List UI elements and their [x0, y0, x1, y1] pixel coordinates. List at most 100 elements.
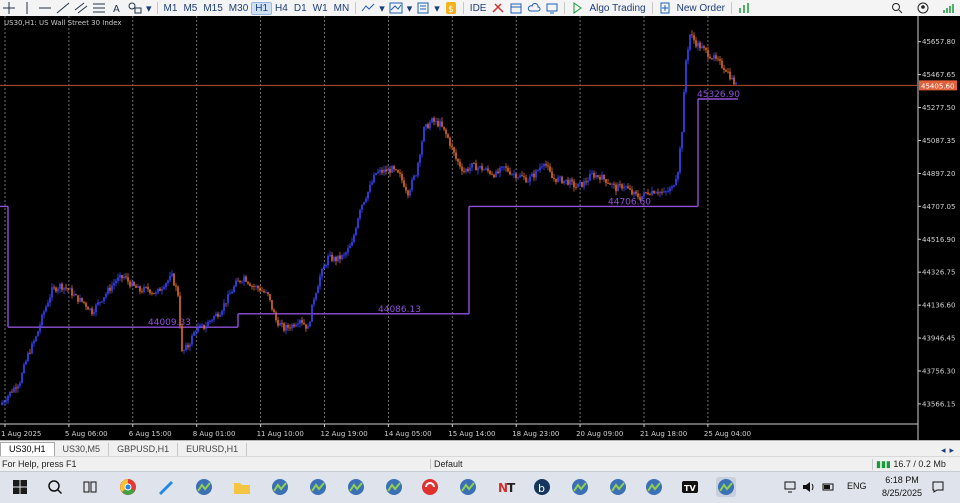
timeframe-m30[interactable]: M30 — [226, 3, 251, 14]
shapes-icon[interactable] — [128, 1, 142, 15]
tabs-scroll-right-icon[interactable]: ▸ — [949, 443, 954, 457]
candle-body — [505, 166, 507, 168]
connection-speed: 16.7 / 0.2 Mb — [893, 459, 946, 469]
metatrader-icon[interactable] — [644, 477, 664, 497]
metatrader-icon[interactable] — [308, 477, 328, 497]
algo-trading-button[interactable]: Algo Trading — [586, 3, 648, 14]
tab-us30-m5[interactable]: US30,M5 — [55, 443, 110, 457]
crosshair-icon[interactable] — [2, 1, 16, 15]
battery-icon[interactable] — [822, 481, 836, 495]
coin-icon[interactable]: $ — [444, 1, 458, 15]
timeframe-h1[interactable]: H1 — [251, 1, 273, 15]
network-icon[interactable] — [784, 481, 798, 495]
tabs-scroll-left-icon[interactable]: ◂ — [941, 443, 946, 457]
candle-body — [561, 176, 563, 184]
timeframe-d1[interactable]: D1 — [291, 3, 310, 14]
chart-canvas[interactable]: 1 Aug 2025 5 Aug 06:00 6 Aug 15:00 8 Aug 01… — [0, 16, 960, 440]
candle-body — [387, 168, 389, 172]
candle-body — [213, 316, 215, 320]
edit-app-icon[interactable] — [156, 477, 176, 497]
candle-body — [719, 59, 721, 61]
svg-text:$: $ — [448, 5, 454, 14]
channel-icon[interactable] — [74, 1, 88, 15]
calendar-icon[interactable] — [509, 1, 523, 15]
candle-body — [263, 290, 265, 293]
tab-us30-h1[interactable]: US30,H1 — [0, 442, 55, 457]
candle-body — [667, 191, 669, 193]
ide-button[interactable]: IDE — [467, 3, 490, 14]
chevron-down-icon[interactable]: ▾ — [434, 1, 440, 15]
candle-body — [579, 182, 581, 184]
fibonacci-icon[interactable] — [92, 1, 106, 15]
vertical-line-icon[interactable] — [20, 1, 34, 15]
ninjatrader-icon[interactable]: NT — [496, 477, 516, 497]
timeframe-m1[interactable]: M1 — [161, 3, 181, 14]
chart-type-icon[interactable] — [361, 1, 375, 15]
candle-body — [217, 313, 219, 317]
timeframe-h4[interactable]: H4 — [272, 3, 291, 14]
candle-body — [421, 141, 423, 155]
chrome-icon[interactable] — [118, 477, 138, 497]
connection-signal-icon[interactable] — [942, 1, 956, 15]
red-app-icon[interactable] — [420, 477, 440, 497]
notification-icon[interactable] — [931, 481, 945, 495]
tools-icon[interactable] — [491, 1, 505, 15]
price-chart[interactable]: 1 Aug 2025 5 Aug 06:00 6 Aug 15:00 8 Aug 01… — [0, 16, 960, 440]
candle-body — [547, 165, 549, 167]
tab-eurusd-h1[interactable]: EURUSD,H1 — [178, 443, 248, 457]
metatrader-icon[interactable] — [346, 477, 366, 497]
signals-icon[interactable] — [737, 1, 751, 15]
candle-body — [663, 191, 665, 193]
vps-icon[interactable] — [545, 1, 559, 15]
volume-icon[interactable] — [802, 481, 816, 495]
account-icon[interactable] — [916, 1, 930, 15]
candle-body — [257, 286, 259, 289]
trendline-icon[interactable] — [56, 1, 70, 15]
chevron-down-icon[interactable]: ▾ — [407, 1, 413, 15]
candle-body — [87, 306, 89, 310]
cloud-icon[interactable] — [527, 1, 541, 15]
timeframe-m15[interactable]: M15 — [200, 3, 225, 14]
language-indicator[interactable]: ENG — [847, 481, 867, 491]
clock-date[interactable]: 8/25/2025 — [876, 488, 928, 498]
windows-start-icon[interactable] — [10, 477, 30, 497]
candle-body — [229, 293, 231, 295]
candle-body — [455, 152, 457, 160]
tradingview-icon[interactable]: TV — [680, 477, 700, 497]
search-icon[interactable] — [45, 477, 65, 497]
search-icon[interactable] — [890, 1, 904, 15]
chevron-down-icon[interactable]: ▾ — [379, 1, 385, 15]
candle-body — [239, 280, 241, 283]
tab-gbpusd-h1[interactable]: GBPUSD,H1 — [109, 443, 179, 457]
clock-time[interactable]: 6:18 PM — [876, 475, 928, 485]
metatrader-icon[interactable] — [194, 477, 214, 497]
metatrader-icon[interactable] — [270, 477, 290, 497]
horizontal-line-icon[interactable] — [38, 1, 52, 15]
file-explorer-icon[interactable] — [232, 477, 252, 497]
timeframe-m5[interactable]: M5 — [180, 3, 200, 14]
timeframe-mn[interactable]: MN — [331, 3, 353, 14]
text-icon[interactable]: A — [110, 1, 124, 15]
timeframe-w1[interactable]: W1 — [310, 3, 331, 14]
metatrader-icon[interactable] — [608, 477, 628, 497]
candle-body — [399, 172, 401, 174]
bing-icon[interactable]: b — [532, 477, 552, 497]
candle-body — [149, 289, 151, 294]
candle-body — [111, 285, 113, 291]
candle-body — [39, 325, 41, 332]
task-view-icon[interactable] — [80, 477, 100, 497]
candle-body — [397, 170, 399, 173]
metatrader-icon[interactable] — [570, 477, 590, 497]
new-order-button[interactable]: New Order — [674, 3, 728, 14]
candle-body — [275, 312, 277, 321]
templates-icon[interactable] — [416, 1, 430, 15]
candle-body — [707, 50, 709, 57]
metatrader-active-icon[interactable] — [716, 477, 736, 497]
indicators-icon[interactable] — [389, 1, 403, 15]
candle-body — [503, 166, 505, 168]
candle-body — [189, 344, 191, 348]
metatrader-icon[interactable] — [384, 477, 404, 497]
metatrader-icon[interactable] — [458, 477, 478, 497]
chevron-down-icon[interactable]: ▾ — [146, 1, 152, 15]
candle-body — [415, 175, 417, 177]
